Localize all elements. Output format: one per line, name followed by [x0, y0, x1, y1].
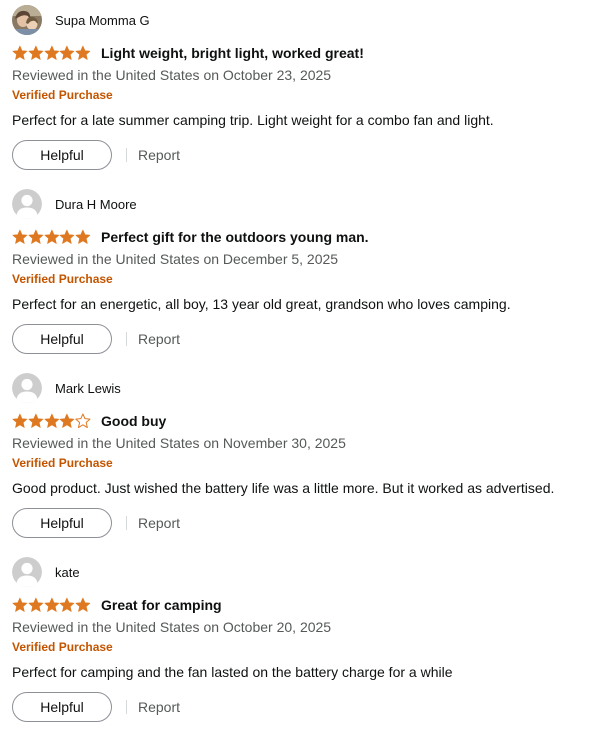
verified-purchase-badge[interactable]: Verified Purchase — [12, 87, 587, 103]
star-filled-icon — [28, 229, 44, 244]
star-filled-icon — [59, 597, 75, 612]
helpful-button[interactable]: Helpful — [12, 324, 112, 354]
reviewer-profile[interactable]: Supa Momma G — [12, 5, 587, 35]
review-body: Perfect for a late summer camping trip. … — [12, 112, 494, 128]
star-filled-icon — [12, 597, 28, 612]
verified-purchase-badge[interactable]: Verified Purchase — [12, 271, 587, 287]
star-filled-icon — [75, 45, 91, 60]
review-title[interactable]: Great for camping — [101, 597, 222, 613]
verified-purchase-badge[interactable]: Verified Purchase — [12, 639, 587, 655]
review-card: Dura H Moore Perfect gift for the outdoo… — [12, 189, 587, 354]
rating-row: Perfect gift for the outdoors young man. — [12, 227, 587, 247]
divider — [126, 332, 127, 346]
rating-row: Good buy — [12, 411, 587, 431]
star-filled-icon — [28, 45, 44, 60]
review-actions: Helpful Report — [12, 324, 587, 354]
star-rating — [12, 413, 91, 429]
star-rating — [12, 597, 91, 613]
profile-photo-icon — [12, 5, 42, 35]
rating-row: Great for camping — [12, 595, 587, 615]
star-filled-icon — [59, 229, 75, 244]
reviewer-name: Dura H Moore — [55, 196, 137, 212]
review-body: Perfect for camping and the fan lasted o… — [12, 664, 453, 680]
reviewer-name: kate — [55, 564, 80, 580]
review-card: Mark Lewis Good buy Reviewed in the Unit… — [12, 373, 587, 538]
review-body: Perfect for an energetic, all boy, 13 ye… — [12, 296, 511, 312]
report-link[interactable]: Report — [138, 331, 180, 347]
review-date: Reviewed in the United States on October… — [12, 619, 332, 635]
review-date: Reviewed in the United States on Novembe… — [12, 435, 346, 451]
star-rating — [12, 229, 91, 245]
helpful-button[interactable]: Helpful — [12, 508, 112, 538]
star-filled-icon — [12, 229, 28, 244]
report-link[interactable]: Report — [138, 699, 180, 715]
star-rating — [12, 45, 91, 61]
review-date: Reviewed in the United States on October… — [12, 67, 332, 83]
star-filled-icon — [75, 229, 91, 244]
review-title[interactable]: Good buy — [101, 413, 166, 429]
review-body: Good product. Just wished the battery li… — [12, 480, 555, 496]
star-filled-icon — [75, 597, 91, 612]
divider — [126, 148, 127, 162]
star-filled-icon — [44, 413, 59, 428]
rating-row: Light weight, bright light, worked great… — [12, 43, 587, 63]
reviewer-profile[interactable]: Dura H Moore — [12, 189, 587, 219]
helpful-button[interactable]: Helpful — [12, 140, 112, 170]
report-link[interactable]: Report — [138, 515, 180, 531]
star-empty-icon — [75, 413, 91, 429]
star-filled-icon — [44, 45, 59, 60]
review-title[interactable]: Light weight, bright light, worked great… — [101, 45, 364, 61]
reviewer-profile[interactable]: kate — [12, 557, 587, 587]
reviewer-name: Mark Lewis — [55, 380, 121, 396]
review-actions: Helpful Report — [12, 508, 587, 538]
reviewer-profile[interactable]: Mark Lewis — [12, 373, 587, 403]
avatar — [12, 189, 42, 219]
review-title[interactable]: Perfect gift for the outdoors young man. — [101, 229, 369, 245]
avatar — [12, 557, 42, 587]
review-card: Supa Momma G Light weight, bright light,… — [12, 5, 587, 170]
star-filled-icon — [28, 413, 44, 428]
review-date: Reviewed in the United States on Decembe… — [12, 251, 339, 267]
review-card: kate Great for camping Reviewed in the U… — [12, 557, 587, 722]
star-filled-icon — [12, 45, 28, 60]
report-link[interactable]: Report — [138, 147, 180, 163]
star-filled-icon — [28, 597, 44, 612]
star-filled-icon — [59, 45, 75, 60]
avatar — [12, 5, 42, 35]
default-avatar-icon — [12, 557, 42, 587]
default-avatar-icon — [12, 189, 42, 219]
review-actions: Helpful Report — [12, 140, 587, 170]
star-filled-icon — [44, 229, 59, 244]
default-avatar-icon — [12, 373, 42, 403]
verified-purchase-badge[interactable]: Verified Purchase — [12, 455, 587, 471]
star-filled-icon — [59, 413, 75, 428]
review-actions: Helpful Report — [12, 692, 587, 722]
divider — [126, 700, 127, 714]
star-filled-icon — [44, 597, 59, 612]
reviewer-name: Supa Momma G — [55, 12, 150, 28]
divider — [126, 516, 127, 530]
avatar — [12, 373, 42, 403]
star-filled-icon — [12, 413, 28, 428]
helpful-button[interactable]: Helpful — [12, 692, 112, 722]
